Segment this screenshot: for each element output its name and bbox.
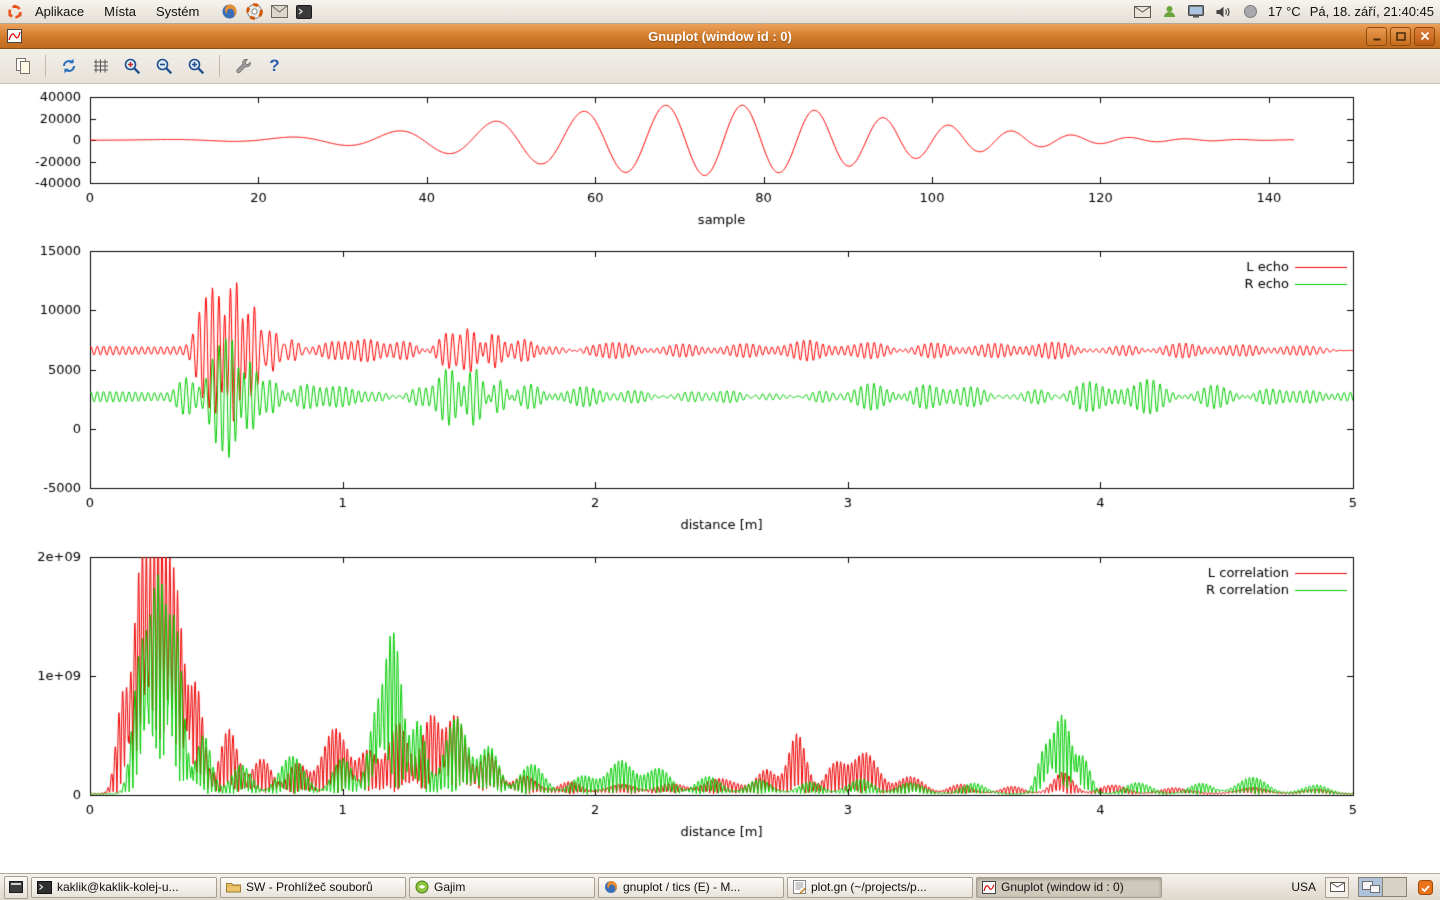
maximize-button[interactable] bbox=[1390, 27, 1411, 46]
window-titlebar[interactable]: Gnuplot (window id : 0) bbox=[0, 24, 1440, 49]
firefox-launcher-icon[interactable] bbox=[220, 3, 238, 21]
menu-places-label: Místa bbox=[104, 4, 136, 19]
config-button[interactable] bbox=[229, 53, 256, 80]
task-button-label: Gnuplot (window id : 0) bbox=[1001, 880, 1124, 894]
terminal-launcher-icon[interactable] bbox=[295, 3, 313, 21]
task-button-label: SW - Prohlížeč souborů bbox=[246, 880, 373, 894]
gnuplot-toolbar: ? bbox=[0, 49, 1440, 84]
window-icon[interactable] bbox=[5, 27, 23, 45]
folder-icon bbox=[226, 881, 241, 893]
panel-launchers bbox=[220, 3, 313, 21]
toolbar-separator bbox=[45, 55, 46, 77]
panel-tray: 17 °C Pá, 18. září, 21:40:45 bbox=[1133, 3, 1434, 21]
task-button-label: kaklik@kaklik-kolej-u... bbox=[57, 880, 179, 894]
close-button[interactable] bbox=[1414, 27, 1435, 46]
task-button-file-browser[interactable]: SW - Prohlížeč souborů bbox=[220, 877, 406, 898]
help-launcher-icon[interactable] bbox=[245, 3, 263, 21]
menu-applications-label: Aplikace bbox=[35, 4, 84, 19]
window-controls bbox=[1366, 27, 1435, 46]
menu-system[interactable]: Systém bbox=[147, 2, 208, 21]
task-button-terminal[interactable]: kaklik@kaklik-kolej-u... bbox=[31, 877, 217, 898]
zoom-previous-button[interactable] bbox=[119, 53, 146, 80]
taskbar-right: USA bbox=[1291, 877, 1436, 898]
weather-icon[interactable] bbox=[1241, 3, 1259, 21]
ubuntu-logo-icon[interactable] bbox=[6, 3, 24, 21]
notification-icon[interactable] bbox=[1416, 878, 1434, 896]
temperature-label[interactable]: 17 °C bbox=[1268, 4, 1301, 19]
help-icon: ? bbox=[269, 56, 279, 76]
mail-icon bbox=[1330, 882, 1345, 892]
toolbar-separator bbox=[219, 55, 220, 77]
grid-button[interactable] bbox=[87, 53, 114, 80]
gajim-icon bbox=[415, 880, 429, 894]
workspace-1[interactable] bbox=[1359, 878, 1382, 896]
menu-applications[interactable]: Aplikace bbox=[26, 2, 93, 21]
desktop: Aplikace Místa Systém bbox=[0, 0, 1440, 900]
zoom-out-button[interactable] bbox=[151, 53, 178, 80]
window-title: Gnuplot (window id : 0) bbox=[0, 29, 1440, 44]
text-editor-icon bbox=[793, 880, 806, 894]
mail-launcher-icon[interactable] bbox=[270, 3, 288, 21]
bottom-taskbar: kaklik@kaklik-kolej-u... SW - Prohlížeč … bbox=[0, 873, 1440, 900]
task-button-browser[interactable]: gnuplot / tics (E) - M... bbox=[598, 877, 784, 898]
task-button-label: plot.gn (~/projects/p... bbox=[811, 880, 927, 894]
gnuplot-icon bbox=[982, 881, 996, 894]
tray-volume-icon[interactable] bbox=[1214, 3, 1232, 21]
menu-system-label: Systém bbox=[156, 4, 199, 19]
help-button[interactable]: ? bbox=[261, 53, 288, 80]
mail-notifier[interactable] bbox=[1325, 877, 1349, 898]
task-button-gajim[interactable]: Gajim bbox=[409, 877, 595, 898]
terminal-icon bbox=[37, 881, 52, 894]
firefox-icon bbox=[604, 880, 618, 894]
menu-places[interactable]: Místa bbox=[95, 2, 145, 21]
zoom-in-button[interactable] bbox=[183, 53, 210, 80]
task-button-editor[interactable]: plot.gn (~/projects/p... bbox=[787, 877, 973, 898]
tray-status-icon[interactable] bbox=[1160, 3, 1178, 21]
tray-display-icon[interactable] bbox=[1187, 3, 1205, 21]
keyboard-layout-indicator[interactable]: USA bbox=[1291, 880, 1316, 894]
task-button-gnuplot[interactable]: Gnuplot (window id : 0) bbox=[976, 877, 1162, 898]
workspace-switcher bbox=[1358, 877, 1407, 897]
top-panel: Aplikace Místa Systém bbox=[0, 0, 1440, 24]
workspace-2[interactable] bbox=[1382, 878, 1406, 896]
tray-mail-icon[interactable] bbox=[1133, 3, 1151, 21]
copy-to-clipboard-button[interactable] bbox=[9, 53, 36, 80]
task-button-label: gnuplot / tics (E) - M... bbox=[623, 880, 740, 894]
plot-canvas[interactable] bbox=[0, 84, 1440, 873]
show-desktop-button[interactable] bbox=[4, 876, 28, 899]
replot-button[interactable] bbox=[55, 53, 82, 80]
clock-label[interactable]: Pá, 18. září, 21:40:45 bbox=[1310, 4, 1434, 19]
minimize-button[interactable] bbox=[1366, 27, 1387, 46]
task-button-label: Gajim bbox=[434, 880, 465, 894]
